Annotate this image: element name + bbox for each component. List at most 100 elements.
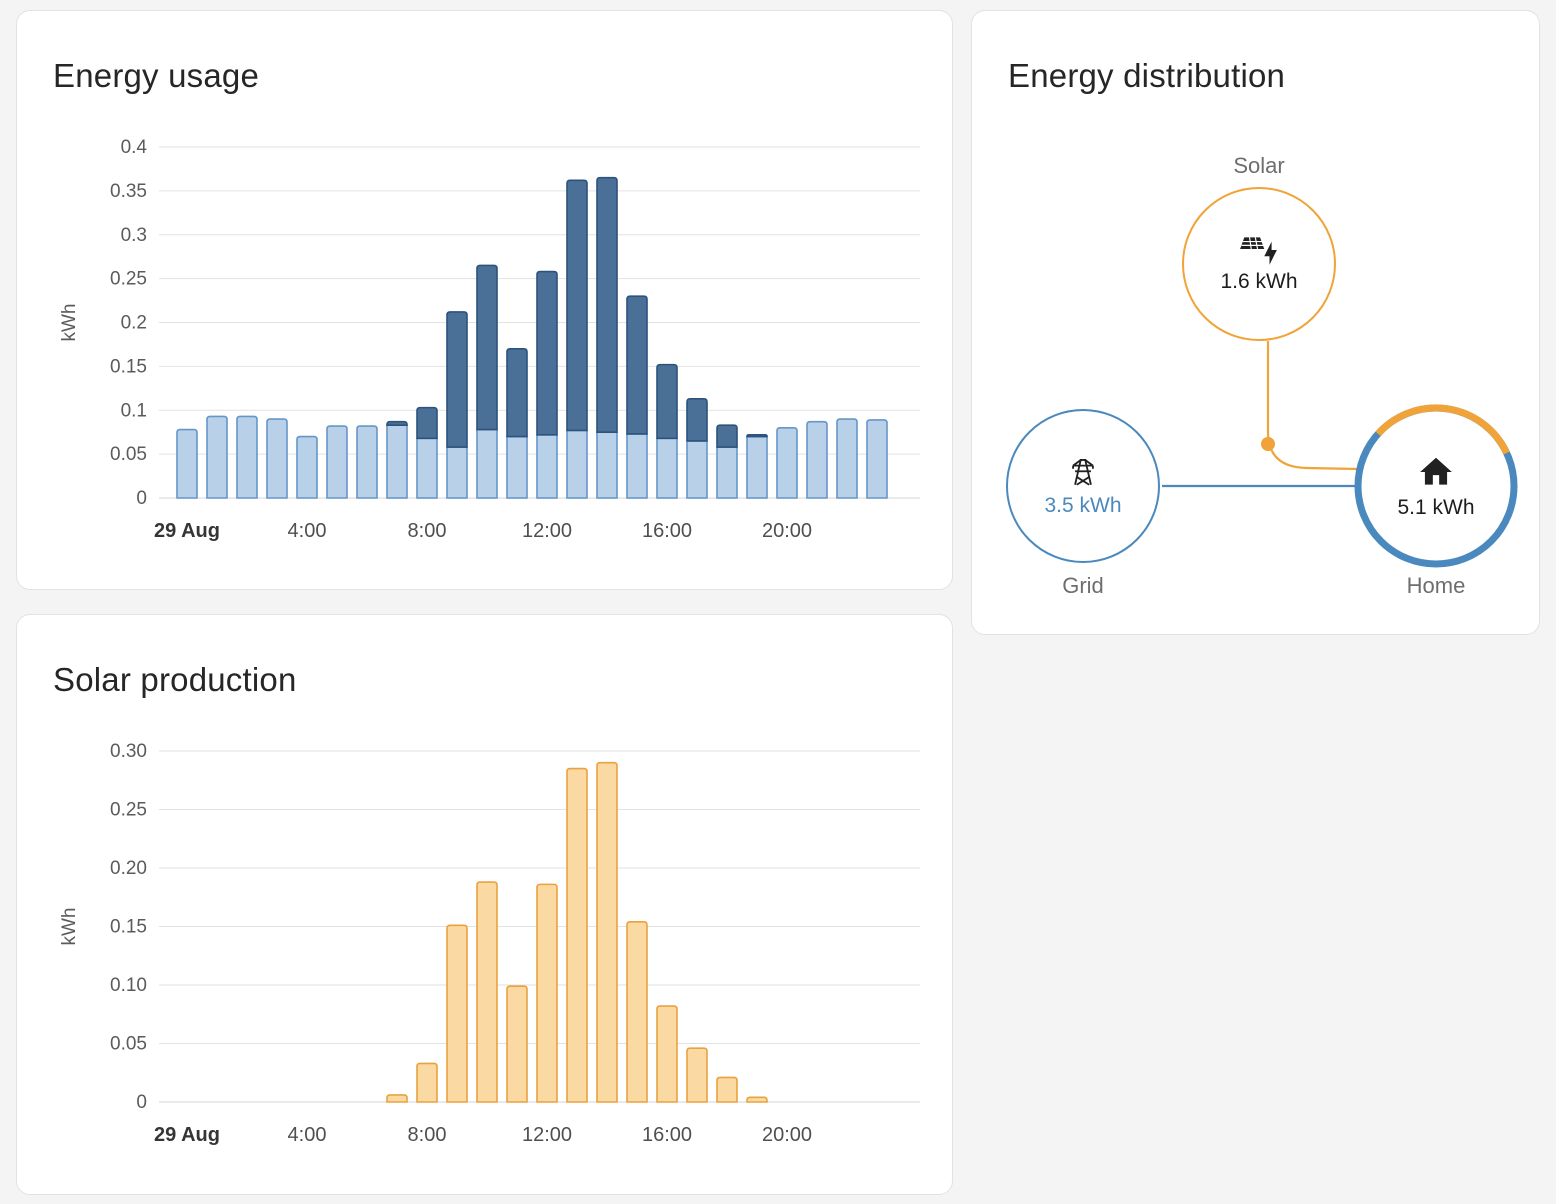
solar-node: 1.6 kWh bbox=[1182, 187, 1336, 341]
bar-segment[interactable] bbox=[477, 265, 497, 429]
y-tick-label: 0 bbox=[136, 1092, 147, 1113]
y-axis-label: kWh bbox=[59, 908, 80, 946]
bar-segment[interactable] bbox=[597, 763, 617, 1102]
bar-segment[interactable] bbox=[417, 1063, 437, 1102]
solar-flow-dot bbox=[1261, 437, 1275, 451]
bar-segment[interactable] bbox=[567, 180, 587, 430]
bar-segment[interactable] bbox=[267, 419, 287, 498]
bar-segment[interactable] bbox=[567, 430, 587, 498]
bar-segment[interactable] bbox=[597, 178, 617, 432]
bar-segment[interactable] bbox=[507, 986, 527, 1102]
x-tick-label: 29 Aug bbox=[154, 520, 220, 542]
bar-segment[interactable] bbox=[627, 922, 647, 1102]
y-tick-label: 0.15 bbox=[110, 917, 147, 938]
bar-segment[interactable] bbox=[417, 408, 437, 439]
x-tick-label: 29 Aug bbox=[154, 1124, 220, 1146]
bar-segment[interactable] bbox=[387, 425, 407, 498]
bar-segment[interactable] bbox=[357, 426, 377, 498]
home-icon bbox=[1417, 453, 1455, 491]
x-tick-label: 4:00 bbox=[288, 520, 327, 542]
y-tick-label: 0.20 bbox=[110, 858, 147, 879]
y-tick-label: 0.1 bbox=[121, 400, 147, 421]
x-tick-label: 20:00 bbox=[762, 520, 812, 542]
bar-segment[interactable] bbox=[507, 349, 527, 437]
bar-segment[interactable] bbox=[627, 434, 647, 498]
x-tick-label: 12:00 bbox=[522, 1124, 572, 1146]
energy-usage-card: Energy usage 00.050.10.150.20.250.30.350… bbox=[16, 10, 953, 590]
bar-segment[interactable] bbox=[657, 438, 677, 498]
bar-segment[interactable] bbox=[747, 437, 767, 498]
y-tick-label: 0.4 bbox=[121, 137, 148, 158]
bar-segment[interactable] bbox=[747, 435, 767, 437]
bar-segment[interactable] bbox=[687, 1048, 707, 1102]
bar-segment[interactable] bbox=[177, 430, 197, 498]
y-tick-label: 0.30 bbox=[110, 741, 147, 762]
bar-segment[interactable] bbox=[807, 422, 827, 498]
y-tick-label: 0.10 bbox=[110, 975, 147, 996]
bar-segment[interactable] bbox=[717, 1077, 737, 1102]
y-tick-label: 0.2 bbox=[121, 313, 147, 334]
x-tick-label: 20:00 bbox=[762, 1124, 812, 1146]
bar-segment[interactable] bbox=[657, 1006, 677, 1102]
solar-production-chart[interactable]: 0 0.05 0.10 0.15 0.20 0.25 0.30 kWh 29 Aug 4:00 8:… bbox=[17, 741, 954, 1171]
y-tick-label: 0.15 bbox=[110, 356, 147, 377]
transmission-tower-icon bbox=[1066, 455, 1100, 489]
bar-segment[interactable] bbox=[447, 447, 467, 498]
y-axis-label: kWh bbox=[59, 304, 80, 342]
bar-segment[interactable] bbox=[447, 925, 467, 1102]
grid-node-label: Grid bbox=[1006, 573, 1160, 599]
bar-segment[interactable] bbox=[207, 416, 227, 498]
bar-segment[interactable] bbox=[237, 416, 257, 498]
bar-segment[interactable] bbox=[537, 435, 557, 498]
bar-segment[interactable] bbox=[717, 425, 737, 447]
bar-segment[interactable] bbox=[777, 428, 797, 498]
bar-segment[interactable] bbox=[537, 884, 557, 1102]
y-tick-label: 0.25 bbox=[110, 269, 147, 290]
energy-distribution-card: Energy distribution Solar 1.6 kWh 3.5 kW… bbox=[971, 10, 1540, 635]
grid-node: 3.5 kWh bbox=[1006, 409, 1160, 563]
x-tick-label: 12:00 bbox=[522, 520, 572, 542]
solar-power-icon bbox=[1238, 235, 1280, 265]
bar-segment[interactable] bbox=[717, 447, 737, 498]
energy-usage-title: Energy usage bbox=[53, 57, 259, 95]
solar-production-title: Solar production bbox=[53, 661, 297, 699]
bar-segment[interactable] bbox=[867, 420, 887, 498]
home-node: 5.1 kWh bbox=[1358, 408, 1514, 564]
y-tick-label: 0.25 bbox=[110, 800, 147, 821]
bar-segment[interactable] bbox=[837, 419, 857, 498]
bar-segment[interactable] bbox=[387, 422, 407, 426]
x-tick-label: 8:00 bbox=[408, 1124, 447, 1146]
bar-segment[interactable] bbox=[687, 441, 707, 498]
solar-to-home-line bbox=[1268, 341, 1359, 469]
bar-segment[interactable] bbox=[327, 426, 347, 498]
solar-node-value: 1.6 kWh bbox=[1220, 270, 1297, 294]
x-tick-label: 8:00 bbox=[408, 520, 447, 542]
bar-segment[interactable] bbox=[417, 438, 437, 498]
bar-segment[interactable] bbox=[477, 882, 497, 1102]
bar-segment[interactable] bbox=[747, 1097, 767, 1102]
home-node-value: 5.1 kWh bbox=[1397, 496, 1474, 520]
bar-segment[interactable] bbox=[627, 296, 647, 434]
y-tick-label: 0.3 bbox=[121, 225, 147, 246]
solar-production-card: Solar production 0 0.05 0.10 0.15 0.20 0.25 0.… bbox=[16, 614, 953, 1195]
x-tick-label: 16:00 bbox=[642, 520, 692, 542]
bar-segment[interactable] bbox=[537, 272, 557, 435]
bar-segment[interactable] bbox=[477, 430, 497, 498]
y-tick-label: 0.05 bbox=[110, 444, 147, 465]
bar-segment[interactable] bbox=[447, 312, 467, 447]
home-node-label: Home bbox=[1358, 573, 1514, 599]
bar-segment[interactable] bbox=[687, 399, 707, 441]
x-tick-label: 16:00 bbox=[642, 1124, 692, 1146]
bar-segment[interactable] bbox=[507, 437, 527, 498]
bar-segment[interactable] bbox=[597, 432, 617, 498]
x-tick-label: 4:00 bbox=[288, 1124, 327, 1146]
bar-segment[interactable] bbox=[567, 769, 587, 1102]
y-tick-label: 0.05 bbox=[110, 1034, 147, 1055]
y-tick-label: 0.35 bbox=[110, 181, 147, 202]
bar-segment[interactable] bbox=[387, 1095, 407, 1102]
grid-node-value: 3.5 kWh bbox=[1044, 494, 1121, 518]
bar-segment[interactable] bbox=[297, 437, 317, 498]
energy-usage-chart[interactable]: 0 0.05 0.1 0.15 0.2 0.25 0.3 0.35 0.4 kWh 29 Aug 4:… bbox=[17, 137, 954, 567]
y-tick-label: 0 bbox=[136, 488, 147, 509]
bar-segment[interactable] bbox=[657, 365, 677, 439]
